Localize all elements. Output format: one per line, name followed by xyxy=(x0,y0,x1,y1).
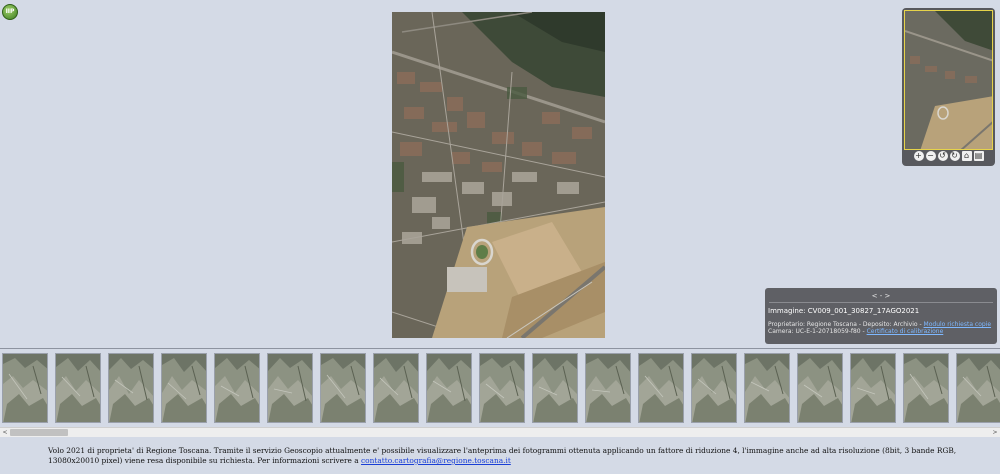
copy-request-link[interactable]: Modulo richiesta copie xyxy=(924,321,992,328)
thumbnail-item[interactable] xyxy=(956,353,1000,423)
thumbnail-item[interactable] xyxy=(532,353,578,423)
home-icon[interactable]: ⌂ xyxy=(961,151,972,161)
thumbnail-item[interactable] xyxy=(903,353,949,423)
thumbnail-item[interactable] xyxy=(55,353,101,423)
image-label: Immagine: CV009_001_30827_17AGO2021 xyxy=(768,307,920,315)
navigator-thumbnail[interactable] xyxy=(904,10,993,150)
thumbnail-item[interactable] xyxy=(320,353,366,423)
owner-text: Proprietario: Regione Toscana - Deposito… xyxy=(768,321,924,328)
thumbnail-item[interactable] xyxy=(108,353,154,423)
thumbnail-item[interactable] xyxy=(2,353,48,423)
zoom-out-icon[interactable]: − xyxy=(925,151,936,161)
contact-email-link[interactable]: contatto.cartografia@regione.toscana.it xyxy=(361,456,511,465)
scroll-left-arrow[interactable]: < xyxy=(0,428,10,437)
camera-text: Camera: UC-E-1-20718059-f80 - xyxy=(768,328,867,335)
thumbnail-scrollbar[interactable]: < > xyxy=(0,427,1000,437)
thumbnail-item[interactable] xyxy=(638,353,684,423)
print-icon[interactable]: ▤ xyxy=(973,151,984,161)
scroll-right-arrow[interactable]: > xyxy=(990,428,1000,437)
flight-caption: Volo 2021 di proprieta' di Regione Tosca… xyxy=(48,446,968,466)
main-image-viewer[interactable] xyxy=(392,12,605,338)
iip-logo: IIP xyxy=(2,4,18,20)
scroll-thumb[interactable] xyxy=(10,429,68,436)
rotate-right-icon[interactable]: ↻ xyxy=(949,151,960,161)
thumbnail-item[interactable] xyxy=(426,353,472,423)
camera-line: Camera: UC-E-1-20718059-f80 - Certificat… xyxy=(768,328,943,335)
rotate-left-icon[interactable]: ↺ xyxy=(937,151,948,161)
navigator-aerial xyxy=(905,11,992,149)
thumbnail-item[interactable] xyxy=(161,353,207,423)
thumbnail-strip xyxy=(0,350,1000,426)
thumbnail-item[interactable] xyxy=(373,353,419,423)
info-divider xyxy=(769,302,993,303)
calibration-certificate-link[interactable]: Certificato di calibrazione xyxy=(867,328,944,335)
thumbnail-item[interactable] xyxy=(267,353,313,423)
owner-line: Proprietario: Regione Toscana - Deposito… xyxy=(768,321,991,328)
thumbnail-item[interactable] xyxy=(850,353,896,423)
thumbnail-item[interactable] xyxy=(691,353,737,423)
navigator-toolbar: + − ↺ ↻ ⌂ ▤ xyxy=(902,151,995,165)
image-nav-arrows[interactable]: < - > xyxy=(765,292,997,300)
strip-divider xyxy=(0,348,1000,349)
thumbnail-item[interactable] xyxy=(214,353,260,423)
thumbnail-item[interactable] xyxy=(479,353,525,423)
zoom-in-icon[interactable]: + xyxy=(913,151,924,161)
thumbnail-item[interactable] xyxy=(744,353,790,423)
aerial-photo xyxy=(392,12,605,338)
thumbnail-item[interactable] xyxy=(585,353,631,423)
navigator-panel: + − ↺ ↻ ⌂ ▤ xyxy=(902,8,995,166)
thumbnail-item[interactable] xyxy=(797,353,843,423)
image-info-panel: < - > Immagine: CV009_001_30827_17AGO202… xyxy=(765,288,997,344)
